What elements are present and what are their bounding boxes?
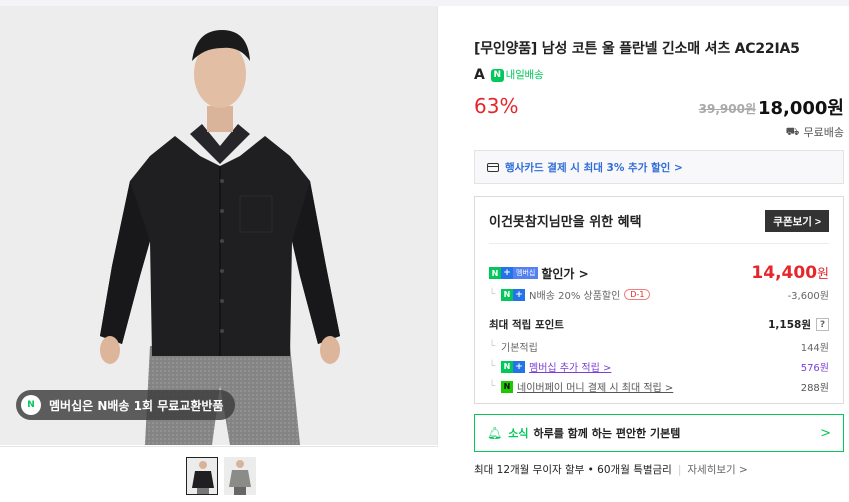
naverpay-points-row: └ N 네이버페이 머니 결제 시 최대 적립 > 288원 bbox=[489, 379, 829, 394]
truck-icon: ⛟ bbox=[785, 124, 800, 138]
thumbnail-black-shirt[interactable] bbox=[186, 457, 218, 495]
divider bbox=[489, 243, 829, 244]
member-sale-price: 14,400원 bbox=[751, 263, 829, 283]
product-title: [무인양품] 남성 코튼 울 플란넬 긴소매 셔츠 AC22IA5 A N 내일… bbox=[474, 36, 844, 88]
membership-points-link[interactable]: 멤버십 추가 적립 > bbox=[529, 359, 611, 374]
delivery-badge-label: 내일배송 bbox=[505, 69, 544, 81]
naverpay-points-link[interactable]: 네이버페이 머니 결제 시 최대 적립 > bbox=[517, 379, 673, 394]
bell-icon: 🔔︎ bbox=[487, 426, 503, 440]
news-text: 하루를 함께 하는 편안한 기본템 bbox=[533, 427, 681, 440]
membership-benefit-pill[interactable]: N 멤버십은 N배송 1회 무료교환반품 bbox=[16, 390, 236, 420]
points-total: 1,158원 bbox=[768, 319, 811, 331]
installment-more-link[interactable]: 자세히보기 > bbox=[687, 462, 747, 477]
original-price: 39,900원 bbox=[698, 102, 756, 116]
naver-pay-icon: N bbox=[501, 380, 514, 393]
member-benefit-box: 이건못참지님만을 위한 혜택 쿠폰보기 > N + 멤버십 할인가 > 14,400… bbox=[474, 196, 844, 404]
chevron-right-icon: > bbox=[820, 425, 831, 441]
d-day-badge: D-1 bbox=[624, 289, 651, 300]
model-illustration bbox=[0, 6, 437, 445]
shipping-label: 무료배송 bbox=[803, 126, 844, 139]
n-delivery-discount-label: N배송 20% 상품할인 bbox=[529, 291, 621, 302]
sale-price-row: N + 멤버십 할인가 > 14,400원 bbox=[489, 263, 829, 283]
points-title: 최대 적립 포인트 bbox=[489, 319, 564, 331]
benefit-heading: 이건못참지님만을 위한 혜택 bbox=[489, 215, 642, 230]
thumbnail-strip bbox=[0, 446, 438, 502]
installment-info: 최대 12개월 무이자 할부 • 60개월 특별금리 | 자세히보기 > bbox=[474, 462, 748, 477]
shipping-info: ⛟ 무료배송 bbox=[786, 124, 844, 140]
discount-rate: 63% bbox=[474, 94, 519, 118]
installment-text: 최대 12개월 무이자 할부 • 60개월 특별금리 bbox=[474, 464, 672, 476]
n-plus-icon: N + bbox=[501, 360, 526, 373]
basic-points-value: 144원 bbox=[800, 343, 829, 354]
news-tag: 소식 bbox=[508, 427, 529, 440]
view-coupons-button[interactable]: 쿠폰보기 > bbox=[765, 210, 829, 232]
sale-price-link[interactable]: 할인가 > bbox=[541, 265, 588, 282]
store-news-banner[interactable]: 🔔︎ 소식 하루를 함께 하는 편안한 기본템 > bbox=[474, 414, 844, 452]
n-delivery-icon: N bbox=[21, 395, 41, 415]
n-plus-icon: N + 멤버십 bbox=[489, 267, 539, 279]
tomorrow-delivery-badge: N 내일배송 bbox=[490, 62, 544, 88]
membership-points-row: └ N + 멤버십 추가 적립 > 576원 bbox=[489, 359, 829, 374]
n-delivery-discount-amount: -3,600원 bbox=[787, 291, 829, 302]
points-row: 최대 적립 포인트 1,158원 ? bbox=[489, 317, 829, 332]
product-main-image[interactable]: N 멤버십은 N배송 1회 무료교환반품 bbox=[0, 6, 438, 445]
benefit-pill-text: 멤버십은 N배송 1회 무료교환반품 bbox=[49, 398, 224, 413]
product-title-line1: [무인양품] 남성 코튼 울 플란넬 긴소매 셔츠 AC22IA5 bbox=[474, 41, 800, 57]
basic-points-row: └ 기본적립 144원 bbox=[489, 341, 829, 354]
card-promo-banner[interactable]: 행사카드 결제 시 최대 3% 추가 할인 > bbox=[474, 150, 844, 184]
card-icon bbox=[487, 162, 499, 172]
product-title-line2: A bbox=[474, 67, 485, 83]
n-delivery-icon: N bbox=[490, 68, 504, 82]
help-icon[interactable]: ? bbox=[816, 318, 829, 331]
sale-price: 18,000원 bbox=[757, 98, 844, 119]
n-plus-icon: N + bbox=[501, 288, 526, 301]
membership-points-value: 576원 bbox=[800, 363, 829, 374]
thumbnail-gray-shirt[interactable] bbox=[224, 457, 256, 495]
naverpay-points-value: 288원 bbox=[800, 383, 829, 394]
product-gallery: N 멤버십은 N배송 1회 무료교환반품 bbox=[0, 6, 440, 502]
n-delivery-discount-row: └ N + N배송 20% 상품할인 D-1 -3,600원 bbox=[489, 288, 829, 302]
card-promo-text: 행사카드 결제 시 최대 3% 추가 할인 > bbox=[505, 161, 683, 174]
basic-points-label: 기본적립 bbox=[501, 343, 538, 354]
